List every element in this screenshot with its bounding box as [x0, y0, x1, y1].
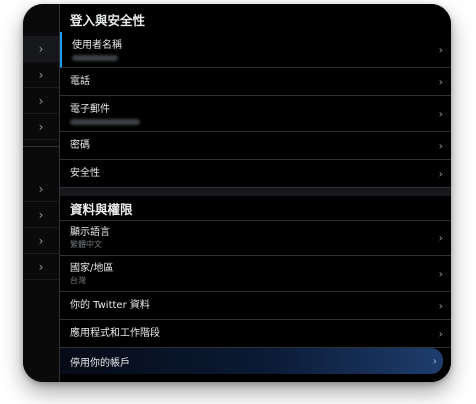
redacted-value [72, 54, 118, 61]
row-label: 密碼 [70, 140, 90, 151]
deactivate-account-button[interactable]: 停用你的帳戶 › [60, 348, 443, 374]
chevron-right-icon: › [38, 41, 44, 56]
chevron-right-icon: › [438, 327, 443, 340]
settings-row-country[interactable]: 國家/地區 台灣 › [60, 256, 451, 292]
chevron-right-icon: › [438, 75, 443, 88]
row-label: 你的 Twitter 資料 [70, 300, 150, 311]
row-label: 安全性 [70, 168, 100, 179]
chevron-right-icon: › [38, 119, 44, 134]
nav-item-4[interactable]: › [23, 114, 59, 140]
chevron-right-icon: › [438, 231, 443, 245]
nav-item-8[interactable]: › [23, 254, 59, 280]
redacted-value [70, 118, 140, 125]
row-label: 電話 [70, 76, 90, 87]
deactivate-label: 停用你的帳戶 [70, 357, 130, 369]
row-label: 使用者名稱 [72, 39, 122, 51]
settings-window: › › › › › › › › 登入與安全性 使用者名稱 › 電話 › 電子郵件… [23, 4, 451, 382]
login-section-title: 登入與安全性 [70, 12, 146, 28]
settings-panel: 登入與安全性 使用者名稱 › 電話 › 電子郵件 › 密碼 › 安全性 › 資料… [59, 4, 451, 382]
nav-item-6[interactable]: › [23, 202, 59, 228]
nav-divider [23, 146, 59, 147]
nav-item-1[interactable]: › [23, 36, 59, 62]
settings-row-twitter-data[interactable]: 你的 Twitter 資料 › [60, 292, 451, 320]
nav-item-2[interactable]: › [23, 62, 59, 88]
settings-row-email[interactable]: 電子郵件 › [60, 96, 451, 132]
chevron-right-icon: › [438, 267, 443, 280]
row-label: 電子郵件 [70, 103, 110, 115]
nav-item-5[interactable]: › [23, 176, 59, 202]
settings-row-username[interactable]: 使用者名稱 › [60, 32, 451, 68]
row-label: 應用程式和工作階段 [70, 328, 160, 339]
chevron-right-icon: › [38, 207, 44, 222]
chevron-right-icon: › [38, 93, 44, 108]
settings-row-password[interactable]: 密碼 › [60, 132, 451, 160]
data-section-title: 資料與權限 [70, 201, 133, 217]
settings-nav-rail: › › › › › › › › [23, 4, 59, 382]
row-label: 顯示語言 [70, 227, 110, 238]
chevron-right-icon: › [38, 181, 44, 196]
chevron-right-icon: › [38, 233, 44, 248]
chevron-right-icon: › [438, 43, 443, 56]
chevron-right-icon: › [438, 107, 443, 120]
settings-row-apps-sessions[interactable]: 應用程式和工作階段 › [60, 320, 451, 348]
row-value: 台灣 [70, 275, 86, 285]
chevron-right-icon: › [38, 259, 44, 274]
chevron-right-icon: › [432, 354, 437, 368]
row-label: 國家/地區 [70, 262, 114, 274]
settings-row-security[interactable]: 安全性 › [60, 160, 451, 188]
settings-row-phone[interactable]: 電話 › [60, 68, 451, 96]
settings-row-language[interactable]: 顯示語言 繁體中文 › [60, 220, 451, 256]
chevron-right-icon: › [38, 67, 44, 82]
chevron-right-icon: › [438, 139, 443, 152]
chevron-right-icon: › [438, 167, 443, 180]
nav-item-7[interactable]: › [23, 228, 59, 254]
row-value: 繁體中文 [70, 240, 102, 249]
nav-item-3[interactable]: › [23, 88, 59, 114]
chevron-right-icon: › [438, 299, 443, 312]
